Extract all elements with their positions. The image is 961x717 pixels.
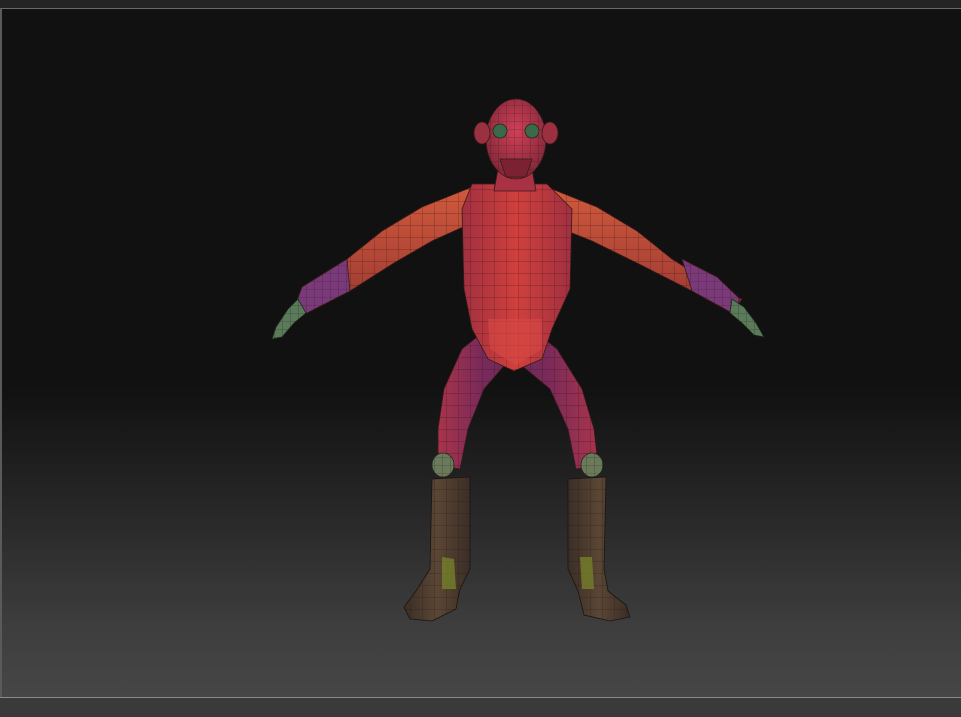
mouth[interactable] <box>499 158 533 178</box>
3d-viewport-canvas[interactable] <box>0 8 961 697</box>
left-ear[interactable] <box>473 121 491 145</box>
left-knee[interactable] <box>431 452 455 478</box>
right-arm[interactable] <box>546 186 765 338</box>
right-boot[interactable] <box>567 476 631 622</box>
bottom-status-strip <box>0 697 961 717</box>
right-ear[interactable] <box>541 121 559 145</box>
left-arm[interactable] <box>271 186 473 340</box>
left-boot[interactable] <box>403 476 471 622</box>
left-eye[interactable] <box>492 123 508 139</box>
right-eye[interactable] <box>524 123 540 139</box>
character-base-mesh[interactable] <box>2 9 961 697</box>
head[interactable] <box>473 98 559 180</box>
top-toolbar-strip <box>0 0 961 8</box>
right-knee[interactable] <box>580 452 604 478</box>
zbrush-app-window <box>0 0 961 717</box>
